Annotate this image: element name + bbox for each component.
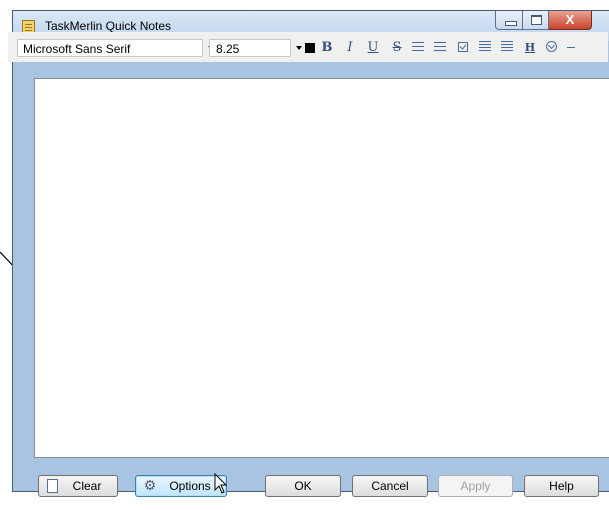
formatting-toolbar: Microsoft Sans Serif 8.25 B I U S H [8,32,608,62]
minimize-icon [505,21,517,26]
maximize-button[interactable] [523,11,549,30]
minimize-button[interactable] [495,11,523,30]
chevron-down-icon[interactable] [296,46,302,50]
apply-button[interactable]: Apply [438,475,513,497]
toolbar-overflow-icon[interactable] [567,47,575,48]
maximize-icon [531,15,542,25]
document-icon [47,479,58,493]
clear-button[interactable]: Clear [38,475,118,497]
font-size-value: 8.25 [216,42,240,56]
caption-buttons: X [495,11,592,31]
mouse-cursor-icon [214,473,228,494]
color-swatch-icon[interactable] [305,43,315,53]
clear-label: Clear [72,479,102,493]
window-title: TaskMerlin Quick Notes [45,19,172,33]
strikethrough-button[interactable]: S [389,39,405,57]
numbered-list-icon[interactable] [434,41,446,53]
bold-button[interactable]: B [319,39,335,57]
decrease-indent-icon[interactable] [479,41,491,53]
close-icon: X [565,12,575,27]
checkbox-icon[interactable] [458,42,468,52]
italic-button[interactable]: I [342,39,358,57]
gear-icon: ⚙ [143,477,157,493]
underline-button[interactable]: U [365,39,381,57]
hyperlink-button[interactable]: H [522,39,538,57]
cancel-button[interactable]: Cancel [352,475,428,497]
font-size-select[interactable]: 8.25 [209,39,302,57]
options-label: Options [169,479,211,493]
button-bar: Clear ⚙ Options OK Cancel Apply Help [20,466,609,497]
help-button[interactable]: Help [524,475,599,497]
ok-button[interactable]: OK [265,475,341,497]
more-options-icon[interactable] [546,41,557,52]
bulleted-list-icon[interactable] [412,41,424,53]
font-family-select[interactable]: Microsoft Sans Serif [17,39,214,57]
close-button[interactable]: X [549,11,592,30]
increase-indent-icon[interactable] [501,41,513,53]
notes-editor[interactable] [34,78,609,458]
font-family-value: Microsoft Sans Serif [23,42,131,56]
